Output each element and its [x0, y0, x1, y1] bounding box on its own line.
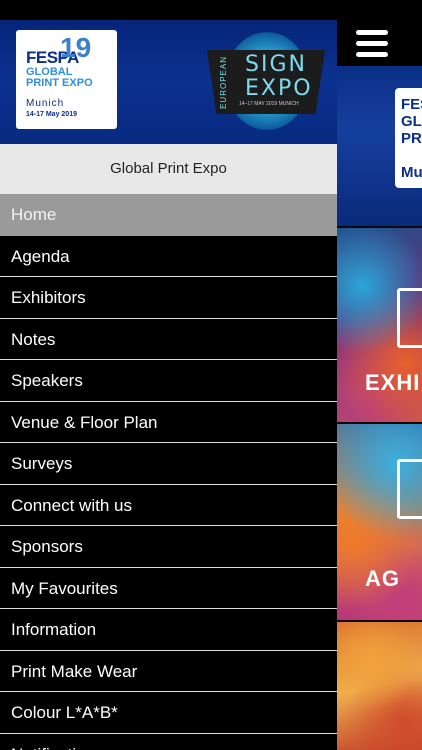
- tile-label: AG: [365, 566, 400, 591]
- fespa-logo: FESPA 19 GLOBAL PRINT EXPO Munich 14-17 …: [16, 30, 117, 129]
- fespa-logo-number: 19: [60, 32, 92, 63]
- menu-item-my-favourites[interactable]: My Favourites: [0, 567, 337, 609]
- menu-item-surveys[interactable]: Surveys: [0, 443, 337, 485]
- fespa-logo-city: Munich: [26, 98, 65, 109]
- sign-expo-word-expo: EXPO: [245, 76, 313, 101]
- building-icon: [397, 288, 422, 348]
- agenda-tile[interactable]: AG: [337, 422, 422, 620]
- menu-item-notes[interactable]: Notes: [0, 318, 337, 360]
- menu-item-agenda[interactable]: Agenda: [0, 235, 337, 277]
- menu-item-home[interactable]: Home: [0, 194, 337, 236]
- sign-expo-logo: EUROPEAN SIGN EXPO 14–17 MAY 2019 MUNICH: [203, 30, 327, 134]
- fespa-logo-dates: 14-17 May 2019: [26, 111, 77, 118]
- fespa-logo-line2: PRINT EXPO: [26, 77, 93, 89]
- drawer-subtitle: Global Print Expo: [0, 144, 337, 194]
- menu-item-colour-lab[interactable]: Colour L*A*B*: [0, 692, 337, 734]
- calendar-icon: [397, 459, 422, 519]
- drawer-menu: Home Agenda Exhibitors Notes Speakers Ve…: [0, 194, 337, 750]
- tile-label: EXHI: [365, 370, 421, 395]
- menu-item-speakers[interactable]: Speakers: [0, 360, 337, 402]
- status-bar: [0, 0, 422, 20]
- menu-item-information[interactable]: Information: [0, 609, 337, 651]
- background-banner: FESPGLPRMu: [337, 66, 422, 226]
- menu-item-exhibitors[interactable]: Exhibitors: [0, 277, 337, 319]
- exhibitors-tile[interactable]: EXHI: [337, 226, 422, 422]
- sign-expo-word-sign: SIGN: [245, 52, 307, 77]
- menu-item-venue-floor-plan[interactable]: Venue & Floor Plan: [0, 401, 337, 443]
- sign-expo-dates: 14–17 MAY 2019 MUNICH: [239, 101, 299, 107]
- sign-expo-european: EUROPEAN: [219, 56, 228, 109]
- menu-item-print-make-wear[interactable]: Print Make Wear: [0, 650, 337, 692]
- hamburger-icon[interactable]: [356, 30, 388, 58]
- menu-item-sponsors[interactable]: Sponsors: [0, 526, 337, 568]
- menu-item-connect-with-us[interactable]: Connect with us: [0, 484, 337, 526]
- drawer-banner: FESPA 19 GLOBAL PRINT EXPO Munich 14-17 …: [0, 20, 337, 144]
- navigation-drawer: FESPA 19 GLOBAL PRINT EXPO Munich 14-17 …: [0, 20, 337, 750]
- tile[interactable]: [337, 620, 422, 750]
- menu-item-notifications[interactable]: Notifications: [0, 733, 337, 750]
- background-fespa-text: FESPGLPRMu: [401, 96, 422, 181]
